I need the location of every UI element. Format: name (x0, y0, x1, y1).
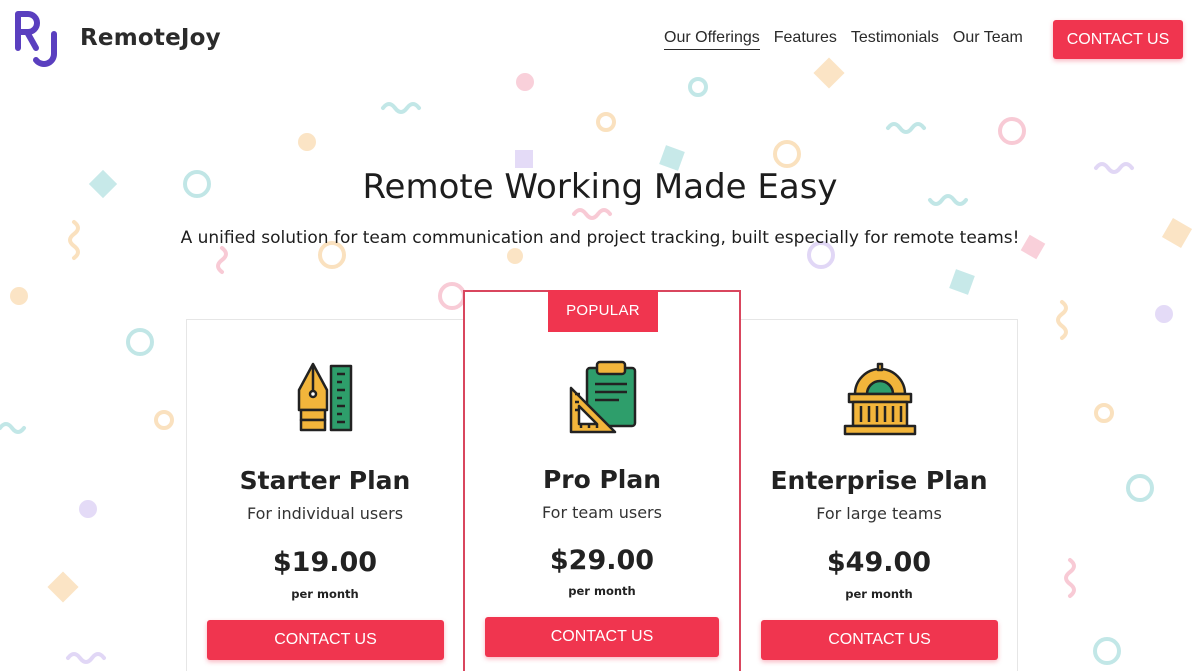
pricing-card-enterprise: Enterprise Plan For large teams $49.00 p… (740, 319, 1018, 671)
plan-name: Pro Plan (542, 465, 662, 494)
pricing-card-pro: POPULAR Pro Plan For team users $29.00 p… (463, 290, 741, 671)
nav-features[interactable]: Features (774, 29, 837, 50)
nav-testimonials[interactable]: Testimonials (851, 29, 939, 50)
starter-contact-button[interactable]: CONTACT US (207, 620, 444, 660)
plan-period: per month (568, 584, 636, 598)
plan-description: For individual users (246, 504, 404, 523)
plan-price: $49.00 (826, 547, 932, 578)
nav-our-offerings[interactable]: Our Offerings (664, 29, 760, 50)
pro-contact-button[interactable]: CONTACT US (485, 617, 719, 657)
pen-ruler-icon (297, 362, 353, 432)
plan-description: For large teams (816, 504, 942, 523)
header-contact-button[interactable]: CONTACT US (1053, 20, 1183, 59)
plan-price: $29.00 (549, 545, 655, 576)
brand-name[interactable]: RemoteJoy (80, 25, 221, 51)
nav-our-team[interactable]: Our Team (953, 29, 1023, 50)
building-icon (843, 362, 917, 436)
plan-price: $19.00 (272, 547, 378, 578)
popular-badge: POPULAR (548, 290, 658, 332)
main-nav: Our Offerings Features Testimonials Our … (664, 29, 1037, 50)
plan-period: per month (291, 587, 359, 601)
pricing-card-starter: Starter Plan For individual users $19.00… (186, 319, 464, 671)
plan-period: per month (845, 587, 913, 601)
plan-description: For team users (542, 503, 662, 522)
plan-name: Starter Plan (239, 466, 411, 495)
hero-title: Remote Working Made Easy (362, 167, 838, 207)
hero-subtitle: A unified solution for team communicatio… (180, 228, 1020, 248)
enterprise-contact-button[interactable]: CONTACT US (761, 620, 998, 660)
site-header: RemoteJoy Our Offerings Features Testimo… (0, 0, 1200, 80)
clipboard-set-square-icon (569, 360, 637, 434)
remotejoy-logo-icon[interactable] (14, 8, 66, 70)
plan-name: Enterprise Plan (770, 466, 988, 495)
